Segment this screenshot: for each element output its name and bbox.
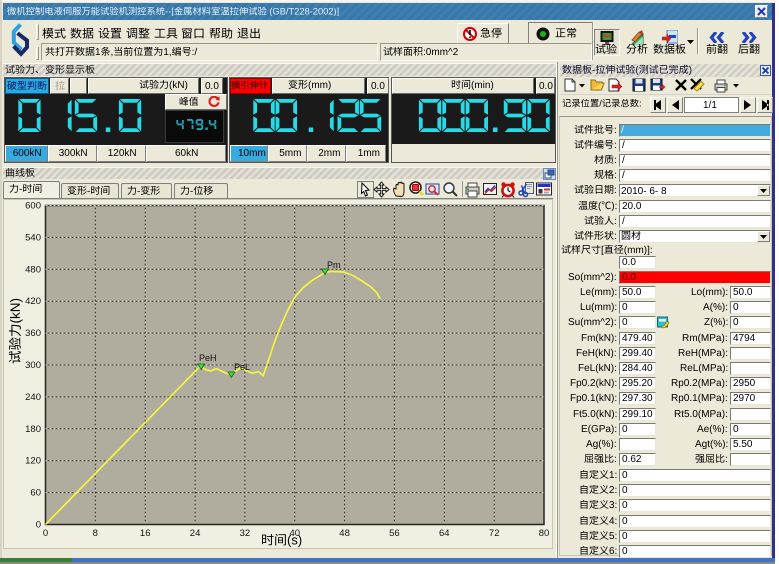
svg-text:120: 120 bbox=[25, 456, 41, 467]
svg-text:540: 540 bbox=[25, 232, 41, 243]
svg-text:60: 60 bbox=[30, 488, 41, 499]
svg-text:300: 300 bbox=[25, 360, 41, 371]
svg-text:72: 72 bbox=[489, 528, 500, 539]
svg-text:480: 480 bbox=[25, 264, 41, 275]
svg-text:24: 24 bbox=[190, 528, 201, 539]
svg-text:PeH: PeH bbox=[199, 353, 217, 363]
svg-text:180: 180 bbox=[25, 424, 41, 435]
svg-text:64: 64 bbox=[439, 528, 450, 539]
svg-text:0: 0 bbox=[36, 520, 41, 531]
svg-text:360: 360 bbox=[25, 328, 41, 339]
svg-text:0: 0 bbox=[43, 528, 48, 539]
svg-text:8: 8 bbox=[93, 528, 98, 539]
svg-text:600: 600 bbox=[25, 201, 41, 212]
svg-text:Pm: Pm bbox=[327, 260, 341, 270]
svg-text:32: 32 bbox=[240, 528, 251, 539]
svg-text:80: 80 bbox=[539, 528, 550, 539]
svg-text:420: 420 bbox=[25, 296, 41, 307]
svg-text:48: 48 bbox=[339, 528, 350, 539]
svg-text:16: 16 bbox=[140, 528, 151, 539]
svg-text:240: 240 bbox=[25, 392, 41, 403]
svg-text:PeL: PeL bbox=[234, 362, 250, 372]
svg-text:56: 56 bbox=[389, 528, 400, 539]
